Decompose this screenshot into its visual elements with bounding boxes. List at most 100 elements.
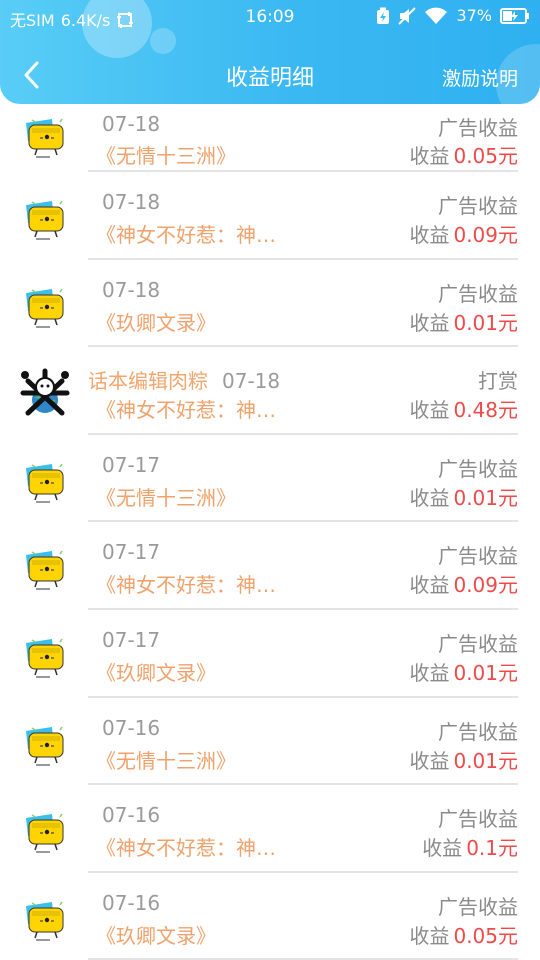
robot-tv-icon <box>22 284 68 330</box>
book-title: 《神女不好惹：神… <box>96 573 276 598</box>
income-value: 收益 0.05元 <box>409 920 518 949</box>
record-date: 07-16 <box>102 803 161 828</box>
income-type: 广告收益 <box>438 544 518 569</box>
income-value: 收益 0.05元 <box>409 140 518 169</box>
status-right: 37% <box>376 6 530 25</box>
income-amount: 0.01元 <box>453 660 518 685</box>
user-avatar <box>18 367 72 421</box>
income-record-row[interactable]: 07-18 广告收益《神女不好惹：神… 收益 0.09元 <box>0 172 540 260</box>
income-record-row[interactable]: 话本编辑肉粽 07-18 打赏《神女不好惹：神… 收益 0.48元 <box>0 347 540 435</box>
income-label: 收益 <box>422 836 463 861</box>
income-value: 收益 0.01元 <box>409 482 518 511</box>
income-record-row[interactable]: 07-16 广告收益 《无情十三洲》 收益 0.01元 <box>0 698 540 786</box>
record-date: 07-18 <box>102 112 161 136</box>
record-meta: 07-18 <box>102 190 160 214</box>
robot-tv-icon <box>22 114 68 160</box>
income-amount: 0.05元 <box>453 144 518 168</box>
income-label: 收益 <box>409 398 450 423</box>
robot-tv-icon <box>22 897 68 943</box>
robot-tv-icon <box>22 722 68 768</box>
book-title: 《玖卿文录》 <box>96 923 216 948</box>
record-date: 07-17 <box>102 540 161 565</box>
income-type: 广告收益 <box>438 456 518 481</box>
income-amount: 0.48元 <box>453 398 518 423</box>
income-amount: 0.09元 <box>453 223 518 247</box>
record-meta: 07-17 <box>102 540 160 564</box>
battery-icon <box>500 7 530 24</box>
battery-saver-icon <box>376 7 390 25</box>
record-meta: 07-16 <box>102 891 160 915</box>
income-amount: 0.1元 <box>466 836 518 861</box>
record-date: 07-16 <box>102 890 161 915</box>
book-title: 《神女不好惹：神… <box>96 836 276 861</box>
income-type: 广告收益 <box>438 807 518 832</box>
robot-tv-icon <box>22 196 68 242</box>
nav-bar: 收益明细 激励说明 <box>0 44 540 104</box>
record-date: 07-18 <box>222 369 281 394</box>
status-bar: 无SIM 6.4K/s 16:09 37% <box>0 0 540 34</box>
income-record-list: 07-18 广告收益 《无情十三洲》 收益 0.05元 07-18 广告收益 《神女不好惹：神… <box>0 80 540 960</box>
incentive-info-link[interactable]: 激励说明 <box>442 64 518 91</box>
income-record-row[interactable]: 07-17 广告收益《神女不好惹：神… 收益 0.09元 <box>0 522 540 610</box>
income-label: 收益 <box>409 144 450 168</box>
record-meta: 07-16 <box>102 803 160 827</box>
robot-tv-icon <box>22 546 68 592</box>
income-value: 收益 0.01元 <box>409 657 518 686</box>
book-title: 《无情十三洲》 <box>96 485 236 510</box>
income-type: 广告收益 <box>438 194 518 218</box>
income-value: 收益 0.1元 <box>422 832 518 861</box>
income-label: 收益 <box>409 223 450 247</box>
robot-tv-icon <box>22 634 68 680</box>
book-title: 《玖卿文录》 <box>96 310 216 335</box>
income-label: 收益 <box>409 748 450 773</box>
book-title: 《玖卿文录》 <box>96 660 216 685</box>
record-date: 07-18 <box>102 277 161 302</box>
header: 无SIM 6.4K/s 16:09 37% 收益明细 激励说明 <box>0 0 540 104</box>
income-type: 广告收益 <box>438 116 518 140</box>
book-title: 《无情十三洲》 <box>96 748 236 773</box>
author-name: 话本编辑肉粽 <box>88 369 208 394</box>
book-title: 《神女不好惹：神… <box>96 398 276 423</box>
income-value: 收益 0.09元 <box>409 569 518 598</box>
record-date: 07-18 <box>102 190 161 214</box>
record-meta: 07-16 <box>102 716 160 740</box>
record-meta: 07-17 <box>102 453 160 477</box>
income-type: 打赏 <box>478 369 518 394</box>
income-label: 收益 <box>409 310 450 335</box>
income-type: 广告收益 <box>438 894 518 919</box>
record-meta: 话本编辑肉粽 07-18 <box>88 365 280 394</box>
income-record-row[interactable]: 07-17 广告收益《玖卿文录》 收益 0.01元 <box>0 610 540 698</box>
income-detail-screen: 无SIM 6.4K/s 16:09 37% 收益明细 激励说明 07-18 广告… <box>0 0 540 960</box>
income-record-row[interactable]: 07-16 广告收益《神女不好惹：神… 收益 0.1元 <box>0 785 540 873</box>
wifi-icon <box>424 7 448 25</box>
income-record-row[interactable]: 07-17 广告收益《无情十三洲》 收益 0.01元 <box>0 435 540 523</box>
income-amount: 0.01元 <box>453 748 518 773</box>
income-label: 收益 <box>409 485 450 510</box>
book-title: 《无情十三洲》 <box>96 144 236 168</box>
battery-percent: 37% <box>456 6 492 25</box>
mute-icon <box>398 6 417 25</box>
income-value: 收益 0.01元 <box>409 307 518 336</box>
record-meta: 07-18 <box>102 112 160 136</box>
income-record-row[interactable]: 07-18 广告收益《玖卿文录》 收益 0.01元 <box>0 260 540 348</box>
income-value: 收益 0.01元 <box>409 745 518 774</box>
book-title: 《神女不好惹：神… <box>96 223 276 247</box>
robot-tv-icon <box>22 459 68 505</box>
income-label: 收益 <box>409 573 450 598</box>
income-amount: 0.01元 <box>453 310 518 335</box>
income-value: 收益 0.09元 <box>409 219 518 248</box>
income-record-row[interactable]: 07-16 广告收益《玖卿文录》 收益 0.05元 <box>0 873 540 960</box>
robot-tv-icon <box>22 809 68 855</box>
record-meta: 07-17 <box>102 628 160 652</box>
income-label: 收益 <box>409 923 450 948</box>
income-type: 广告收益 <box>438 281 518 306</box>
income-type: 广告收益 <box>438 631 518 656</box>
income-label: 收益 <box>409 660 450 685</box>
record-meta: 07-18 <box>102 278 160 302</box>
income-amount: 0.05元 <box>453 923 518 948</box>
record-date: 07-17 <box>102 627 161 652</box>
income-amount: 0.01元 <box>453 485 518 510</box>
income-amount: 0.09元 <box>453 573 518 598</box>
record-date: 07-17 <box>102 452 161 477</box>
record-date: 07-16 <box>102 715 161 740</box>
